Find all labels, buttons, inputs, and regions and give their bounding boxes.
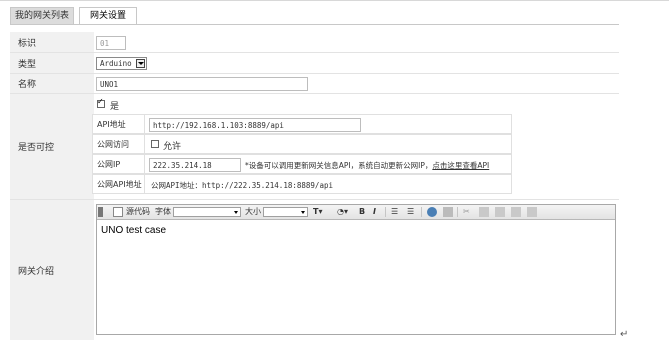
id-field[interactable] <box>96 36 126 50</box>
name-label: 名称 <box>10 74 94 93</box>
api-field[interactable] <box>149 118 361 132</box>
public-api-label: 公网API地址 <box>93 175 145 193</box>
public-ip-label: 公网IP <box>93 155 145 173</box>
row-id: 标识 <box>10 32 619 53</box>
public-ip-row: 公网IP *设备可以调用更新网关信息API，系统自动更新公网IP，点击这里查看A… <box>92 154 512 174</box>
public-ip-hint-text: *设备可以调用更新网关信息API，系统自动更新公网IP， <box>245 161 433 170</box>
unordered-list-icon[interactable]: ☰ <box>407 207 414 217</box>
tab-gateway-settings[interactable]: 网关设置 <box>79 7 137 25</box>
toolbar-separator <box>457 207 458 217</box>
paste-icon[interactable] <box>495 207 505 217</box>
view-api-link[interactable]: 点击这里查看API <box>432 161 489 170</box>
size-select[interactable] <box>263 207 308 217</box>
source-code-button[interactable]: 源代码 <box>126 207 150 217</box>
source-code-icon[interactable] <box>113 207 123 217</box>
rich-text-editor[interactable]: 源代码 字体 大小 T▾ ◔▾ B I ☰ ☰ ✂ UNO test case <box>96 204 616 335</box>
text-color-icon[interactable]: T▾ <box>313 207 322 217</box>
ordered-list-icon[interactable]: ☰ <box>391 207 398 217</box>
editor-toolbar: 源代码 字体 大小 T▾ ◔▾ B I ☰ ☰ ✂ <box>97 205 615 220</box>
row-type: 类型 Arduino <box>10 53 619 74</box>
public-access-row: 公网访问 允许 <box>92 134 512 154</box>
public-ip-field[interactable] <box>149 158 241 172</box>
paste-text-icon[interactable] <box>511 207 521 217</box>
id-label: 标识 <box>10 32 94 52</box>
public-api-value: 公网API地址：http://222.35.214.18:8889/api <box>151 181 333 190</box>
name-field[interactable] <box>96 77 308 91</box>
public-access-checkbox-label: 允许 <box>163 142 182 152</box>
control-checkbox[interactable] <box>97 97 105 108</box>
tab-gateway-list[interactable]: 我的网关列表 <box>10 7 74 24</box>
return-mark: ↵ <box>620 329 629 340</box>
toolbar-separator <box>385 207 386 217</box>
type-select[interactable]: Arduino <box>96 57 147 70</box>
copy-icon[interactable] <box>479 207 489 217</box>
cut-icon[interactable]: ✂ <box>463 207 470 217</box>
row-name: 名称 <box>10 74 619 94</box>
public-access-label: 公网访问 <box>93 135 145 153</box>
font-label: 字体 <box>155 207 171 216</box>
public-api-row: 公网API地址 公网API地址：http://222.35.214.18:888… <box>92 174 512 194</box>
control-checkbox-label: 是 <box>110 102 120 112</box>
public-access-checkbox[interactable] <box>151 140 159 148</box>
italic-icon[interactable]: I <box>373 207 376 217</box>
size-label: 大小 <box>245 207 261 216</box>
type-label: 类型 <box>10 53 94 73</box>
unlink-icon[interactable] <box>443 207 453 217</box>
paste-word-icon[interactable] <box>527 207 537 217</box>
chevron-down-icon[interactable] <box>136 59 145 68</box>
toolbar-separator <box>421 207 422 217</box>
bold-icon[interactable]: B <box>359 207 365 217</box>
api-row: API地址 <box>92 114 512 134</box>
tab-underline <box>10 24 619 25</box>
top-border <box>0 0 669 1</box>
link-icon[interactable] <box>427 207 437 217</box>
intro-label: 网关介绍 <box>10 200 94 340</box>
type-select-value: Arduino <box>100 59 132 68</box>
api-label: API地址 <box>93 115 145 133</box>
control-label: 是否可控 <box>10 94 94 199</box>
bg-color-icon[interactable]: ◔▾ <box>337 207 348 217</box>
toolbar-collapse-icon[interactable] <box>98 207 103 217</box>
font-select[interactable] <box>173 207 241 217</box>
editor-content[interactable]: UNO test case <box>101 225 166 236</box>
public-ip-hint: *设备可以调用更新网关信息API，系统自动更新公网IP，点击这里查看API <box>245 160 489 171</box>
